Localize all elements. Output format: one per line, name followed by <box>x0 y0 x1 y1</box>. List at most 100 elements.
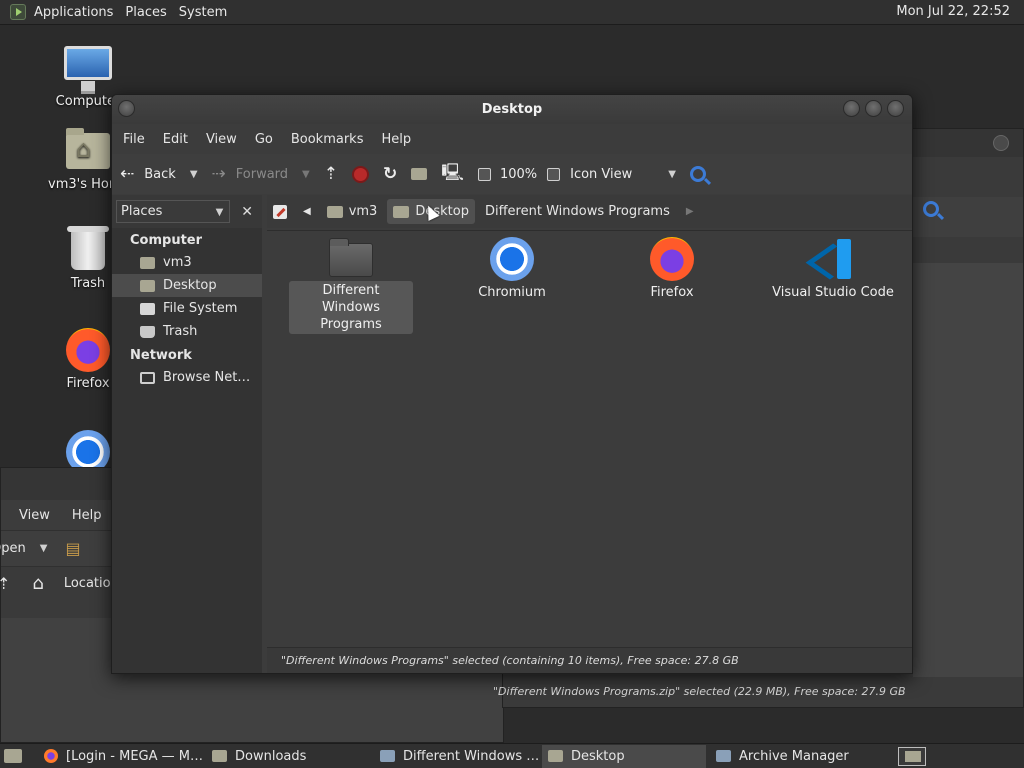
icon-view[interactable]: Different Windows Programs Chromium Fire… <box>267 230 912 647</box>
computer-icon: 🖳 <box>441 162 464 183</box>
close-icon[interactable] <box>887 100 904 117</box>
edit-icon <box>273 204 287 219</box>
archive-extract-icon[interactable]: ▤ <box>65 539 80 558</box>
zoom-in-icon[interactable] <box>547 167 561 181</box>
top-panel-menu: Applications Places System <box>28 0 233 25</box>
menu-places[interactable]: Places <box>119 5 172 20</box>
sidebar-header: Places ▼ ✕ <box>112 195 262 228</box>
top-panel: Applications Places System Mon Jul 22, 2… <box>0 0 1024 25</box>
back-label: Back <box>144 166 176 182</box>
menu-help[interactable]: Help <box>374 132 418 147</box>
chevron-down-icon[interactable]: ▼ <box>40 543 48 554</box>
zoom-level: 100% <box>499 166 538 182</box>
up-button[interactable]: ⇡ <box>324 164 338 184</box>
sidebar-close-icon[interactable]: ✕ <box>236 201 258 223</box>
menu-system[interactable]: System <box>173 5 233 20</box>
panel-clock[interactable]: Mon Jul 22, 22:52 <box>896 4 1010 19</box>
taskbar-item-mega-login[interactable]: [Login - MEGA — M… <box>38 745 202 768</box>
menu-file[interactable]: File <box>116 132 152 147</box>
status-bar: "Different Windows Programs" selected (c… <box>267 647 912 673</box>
taskbar: [Login - MEGA — M… Downloads Different W… <box>0 743 1024 768</box>
computer-button[interactable]: 🖳 <box>441 160 464 189</box>
sidebar-item-trash[interactable]: Trash <box>112 320 262 343</box>
taskbar-item-downloads[interactable]: Downloads <box>206 745 370 768</box>
menu-edit[interactable]: Edit <box>156 132 195 147</box>
home-folder-icon <box>66 128 110 169</box>
arrow-up-icon[interactable]: ⇡ <box>0 574 10 593</box>
network-icon <box>140 371 155 384</box>
reload-button[interactable]: ↻ <box>383 164 397 184</box>
file-item-firefox[interactable]: Firefox <box>610 237 734 302</box>
search-button[interactable] <box>689 166 706 182</box>
chevron-down-icon[interactable]: ▼ <box>190 169 198 180</box>
path-scroll-right-button[interactable]: ▶ <box>680 199 700 224</box>
home-button[interactable] <box>411 168 428 180</box>
taskbar-item-desktop[interactable]: Desktop <box>542 744 706 768</box>
bg-menu-help[interactable]: Help <box>72 508 102 523</box>
forward-button[interactable]: ⇢ Forward ▼ <box>212 164 310 184</box>
toolbar: ⇠ Back ▼ ⇢ Forward ▼ ⇡ ↻ 🖳 100% Icon Vie… <box>112 154 912 194</box>
home-icon[interactable]: ⌂ <box>32 573 43 594</box>
maximize-icon[interactable] <box>865 100 882 117</box>
chevron-down-icon: ▼ <box>668 168 676 180</box>
search-icon[interactable] <box>923 201 939 217</box>
sidebar-item-desktop[interactable]: Desktop <box>112 274 262 297</box>
view-mode-select[interactable]: Icon View ▼ <box>570 167 676 182</box>
edit-location-button[interactable] <box>267 199 293 224</box>
menu-view[interactable]: View <box>199 132 244 147</box>
menu-applications[interactable]: Applications <box>28 5 119 20</box>
path-segment-vm3[interactable]: vm3 <box>321 199 384 224</box>
menu-bookmarks[interactable]: Bookmarks <box>284 132 371 147</box>
menubar: File Edit View Go Bookmarks Help <box>112 124 912 154</box>
back-button[interactable]: ⇠ Back ▼ <box>120 164 198 184</box>
desktop-folder-icon <box>393 205 410 218</box>
window-titlebar[interactable]: Desktop <box>112 95 912 124</box>
window-close-icon[interactable] <box>993 135 1009 151</box>
path-scroll-left-button[interactable]: ◀ <box>297 199 317 224</box>
folder-icon <box>212 750 227 762</box>
sidebar-places-select[interactable]: Places ▼ <box>116 200 231 223</box>
window-title: Desktop <box>481 102 543 117</box>
applications-logo-icon[interactable] <box>10 4 26 20</box>
forward-label: Forward <box>235 166 289 182</box>
file-manager-window[interactable]: Desktop File Edit View Go Bookmarks Help… <box>111 94 913 674</box>
archive-icon <box>716 750 731 762</box>
file-item-chromium[interactable]: Chromium <box>450 237 574 302</box>
zoom-out-icon[interactable] <box>477 167 491 181</box>
home-folder-icon <box>326 205 343 218</box>
sidebar-item-browse-network[interactable]: Browse Net… <box>112 366 262 389</box>
chevron-down-icon: ▼ <box>215 207 224 218</box>
bg-open-button[interactable]: Open <box>0 541 26 556</box>
sidebar-section-computer: Computer <box>130 233 203 248</box>
taskbar-item-archive-manager[interactable]: Archive Manager <box>710 745 874 768</box>
zoom-control[interactable]: 100% <box>477 166 561 182</box>
sidebar-item-file-system[interactable]: File System <box>112 297 262 320</box>
bg-menu-view[interactable]: View <box>19 508 50 523</box>
computer-icon <box>64 46 112 94</box>
file-item-different-windows-programs[interactable]: Different Windows Programs <box>289 238 413 334</box>
stop-button[interactable] <box>352 165 369 183</box>
chromium-icon <box>490 237 534 281</box>
vscode-icon <box>811 237 855 281</box>
file-item-label: Chromium <box>478 285 546 300</box>
arrow-right-icon: ⇢ <box>211 164 226 184</box>
search-icon <box>689 166 706 182</box>
trash-icon <box>140 325 155 338</box>
view-mode-label: Icon View <box>570 166 633 182</box>
sidebar-item-vm3[interactable]: vm3 <box>112 251 262 274</box>
path-segment-different-windows-programs[interactable]: Different Windows Programs <box>479 199 676 224</box>
file-item-label: Visual Studio Code <box>772 285 894 300</box>
window-menu-icon[interactable] <box>118 100 135 117</box>
arrow-left-icon: ⇠ <box>120 164 135 184</box>
minimize-icon[interactable] <box>843 100 860 117</box>
file-item-visual-studio-code[interactable]: Visual Studio Code <box>767 237 899 302</box>
chevron-down-icon[interactable]: ▼ <box>302 169 310 180</box>
folder-icon <box>329 238 373 277</box>
show-desktop-icon[interactable] <box>4 749 22 763</box>
taskbar-item-different-windows[interactable]: Different Windows … <box>374 745 538 768</box>
menu-go[interactable]: Go <box>248 132 280 147</box>
window-body: Places ▼ ✕ Computer vm3 Desktop File Sys… <box>112 195 912 673</box>
firefox-icon <box>650 237 694 281</box>
sidebar-section-network: Network <box>130 348 192 363</box>
workspace-switcher[interactable] <box>898 747 926 766</box>
